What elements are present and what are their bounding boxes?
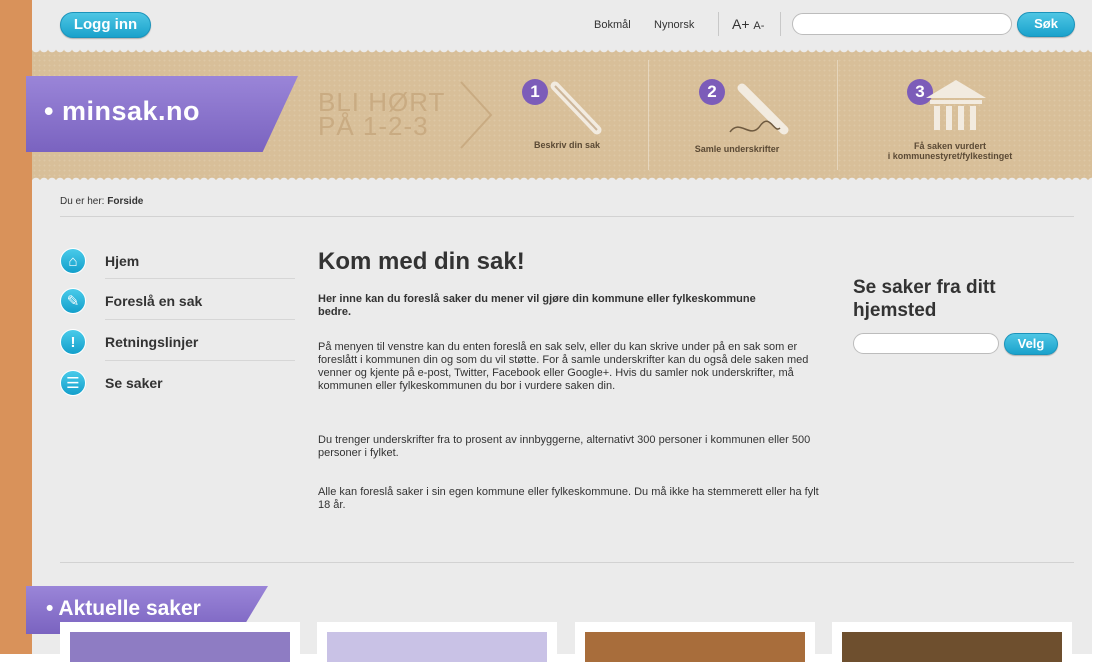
- divider: [837, 60, 838, 170]
- breadcrumb-current[interactable]: Forside: [107, 196, 143, 207]
- logo-text: minsak.no: [61, 96, 201, 126]
- font-size-controls: A+ A-: [732, 16, 764, 32]
- pen-signature-icon: [729, 83, 789, 135]
- case-card[interactable]: [60, 622, 300, 662]
- chevron-right-icon: [460, 81, 493, 149]
- page-title: Kom med din sak!: [318, 248, 525, 275]
- section-title: • Aktuelle saker: [46, 597, 201, 620]
- divider: [105, 319, 295, 320]
- paragraph: Du trenger underskrifter fra to prosent …: [318, 434, 811, 459]
- nav-label: Hjem: [105, 253, 140, 269]
- paragraph: Alle kan foreslå saker i sin egen kommun…: [318, 486, 819, 511]
- step-1-number: 1: [522, 79, 548, 105]
- step-3-label-line1: Få saken vurdert: [913, 141, 987, 151]
- divider: [718, 12, 719, 36]
- paragraph: På menyen til venstre kan du enten fores…: [318, 341, 809, 392]
- case-card-image: [70, 632, 290, 662]
- divider: [780, 12, 781, 36]
- divider: [60, 562, 1074, 563]
- tagline-line2: PÅ 1-2-3: [318, 111, 429, 141]
- breadcrumb: Du er her: Forside: [60, 196, 143, 207]
- lang-bokmal-link[interactable]: Bokmål: [594, 19, 631, 31]
- case-card[interactable]: [317, 622, 557, 662]
- nav-label: Retningslinjer: [105, 334, 199, 350]
- case-card[interactable]: [575, 622, 815, 662]
- page: Logg inn Bokmål Nynorsk A+ A- Søk • mins…: [26, 0, 1092, 662]
- case-card-image: [842, 632, 1062, 662]
- hometown-heading: Se saker fra ditt hjemsted: [853, 277, 996, 321]
- site-logo[interactable]: • minsak.no: [44, 96, 200, 127]
- search-button[interactable]: Søk: [1017, 12, 1075, 37]
- divider: [648, 60, 649, 170]
- case-card[interactable]: [832, 622, 1072, 662]
- nav-label: Se saker: [105, 375, 163, 391]
- font-increase-button[interactable]: A+: [732, 16, 750, 32]
- tagline: BLI HØRT PÅ 1-2-3: [318, 89, 445, 141]
- divider: [105, 278, 295, 279]
- pen-icon: ✎: [60, 288, 86, 314]
- step-2-label: Samle underskrifter: [694, 144, 780, 154]
- step-3-label: Få saken vurdert i kommunestyret/fylkest…: [852, 141, 1048, 161]
- list-icon: ☰: [60, 370, 86, 396]
- right-edge: [1092, 0, 1106, 654]
- login-button[interactable]: Logg inn: [60, 12, 151, 38]
- case-card-image: [585, 632, 805, 662]
- font-decrease-button[interactable]: A-: [753, 20, 764, 32]
- townhall-icon: [926, 80, 986, 130]
- divider: [60, 216, 1074, 217]
- divider: [105, 360, 295, 361]
- velg-button[interactable]: Velg: [1004, 333, 1058, 355]
- step-1-label: Beskriv din sak: [533, 140, 601, 150]
- pencil-icon: [550, 81, 602, 135]
- intro-text: Her inne kan du foreslå saker du mener v…: [318, 293, 756, 318]
- section-title-text: Aktuelle saker: [58, 597, 201, 620]
- hometown-input[interactable]: [853, 333, 999, 354]
- step-3-label-line2: i kommunestyret/fylkestinget: [887, 151, 1013, 161]
- home-icon: ⌂: [60, 248, 86, 274]
- nav-label: Foreslå en sak: [105, 293, 203, 309]
- lang-nynorsk-link[interactable]: Nynorsk: [654, 19, 694, 31]
- breadcrumb-prefix: Du er her:: [60, 196, 105, 207]
- exclamation-icon: !: [60, 329, 86, 355]
- search-input[interactable]: [792, 13, 1012, 35]
- case-card-image: [327, 632, 547, 662]
